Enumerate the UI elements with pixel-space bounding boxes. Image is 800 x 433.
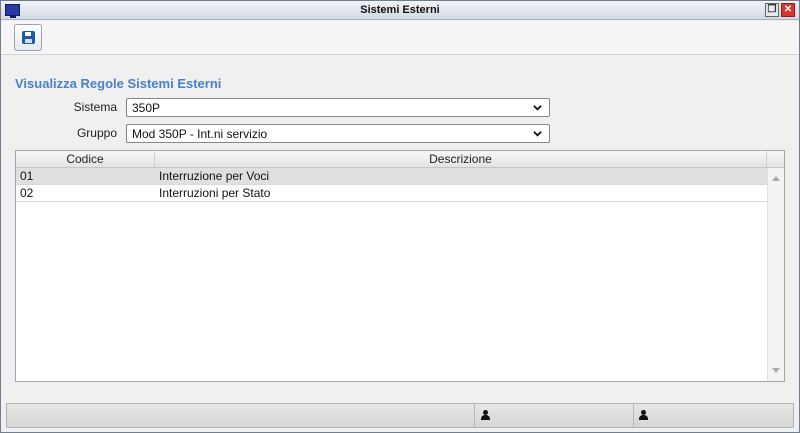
scroll-up-icon[interactable]	[772, 176, 780, 181]
status-bar	[6, 403, 794, 428]
title-bar[interactable]: Sistemi Esterni ❐ ✕	[1, 1, 799, 20]
main-window: Sistemi Esterni ❐ ✕ Visualizza Regole Si…	[0, 0, 800, 433]
page-title: Visualizza Regole Sistemi Esterni	[15, 76, 222, 91]
chevron-down-icon[interactable]	[533, 103, 542, 112]
status-pane-main	[7, 404, 475, 427]
cell-descrizione: Interruzione per Voci	[159, 169, 270, 183]
gruppo-label: Gruppo	[76, 126, 117, 140]
chevron-down-icon[interactable]	[533, 129, 542, 138]
table-row[interactable]: 01 Interruzione per Voci	[16, 168, 767, 185]
vertical-scrollbar[interactable]	[767, 168, 784, 381]
sistema-label: Sistema	[73, 100, 117, 114]
restore-button[interactable]: ❐	[765, 3, 779, 17]
sistema-value: 350P	[132, 101, 161, 115]
status-pane-user	[475, 404, 634, 427]
cell-codice: 01	[20, 169, 34, 183]
gruppo-value: Mod 350P - Int.ni servizio	[132, 127, 268, 141]
cell-descrizione: Interruzioni per Stato	[159, 186, 271, 200]
save-button[interactable]	[14, 24, 42, 51]
window-title: Sistemi Esterni	[360, 4, 440, 16]
cell-codice: 02	[20, 186, 34, 200]
scroll-down-icon[interactable]	[772, 368, 780, 373]
column-header-codice[interactable]: Codice	[16, 151, 155, 167]
grid-header: Codice Descrizione	[16, 151, 784, 168]
table-row[interactable]: 02 Interruzioni per Stato	[16, 185, 767, 202]
status-pane-user-2	[634, 404, 793, 427]
sistema-select[interactable]: 350P	[126, 98, 550, 117]
column-header-descrizione[interactable]: Descrizione	[155, 151, 767, 167]
close-button[interactable]: ✕	[781, 3, 795, 17]
rules-grid: Codice Descrizione 01 Interruzione per V…	[15, 150, 785, 382]
user-icon	[481, 410, 491, 420]
user-icon	[639, 410, 649, 420]
floppy-disk-icon	[22, 31, 35, 44]
toolbar	[1, 21, 799, 55]
gruppo-select[interactable]: Mod 350P - Int.ni servizio	[126, 124, 550, 143]
